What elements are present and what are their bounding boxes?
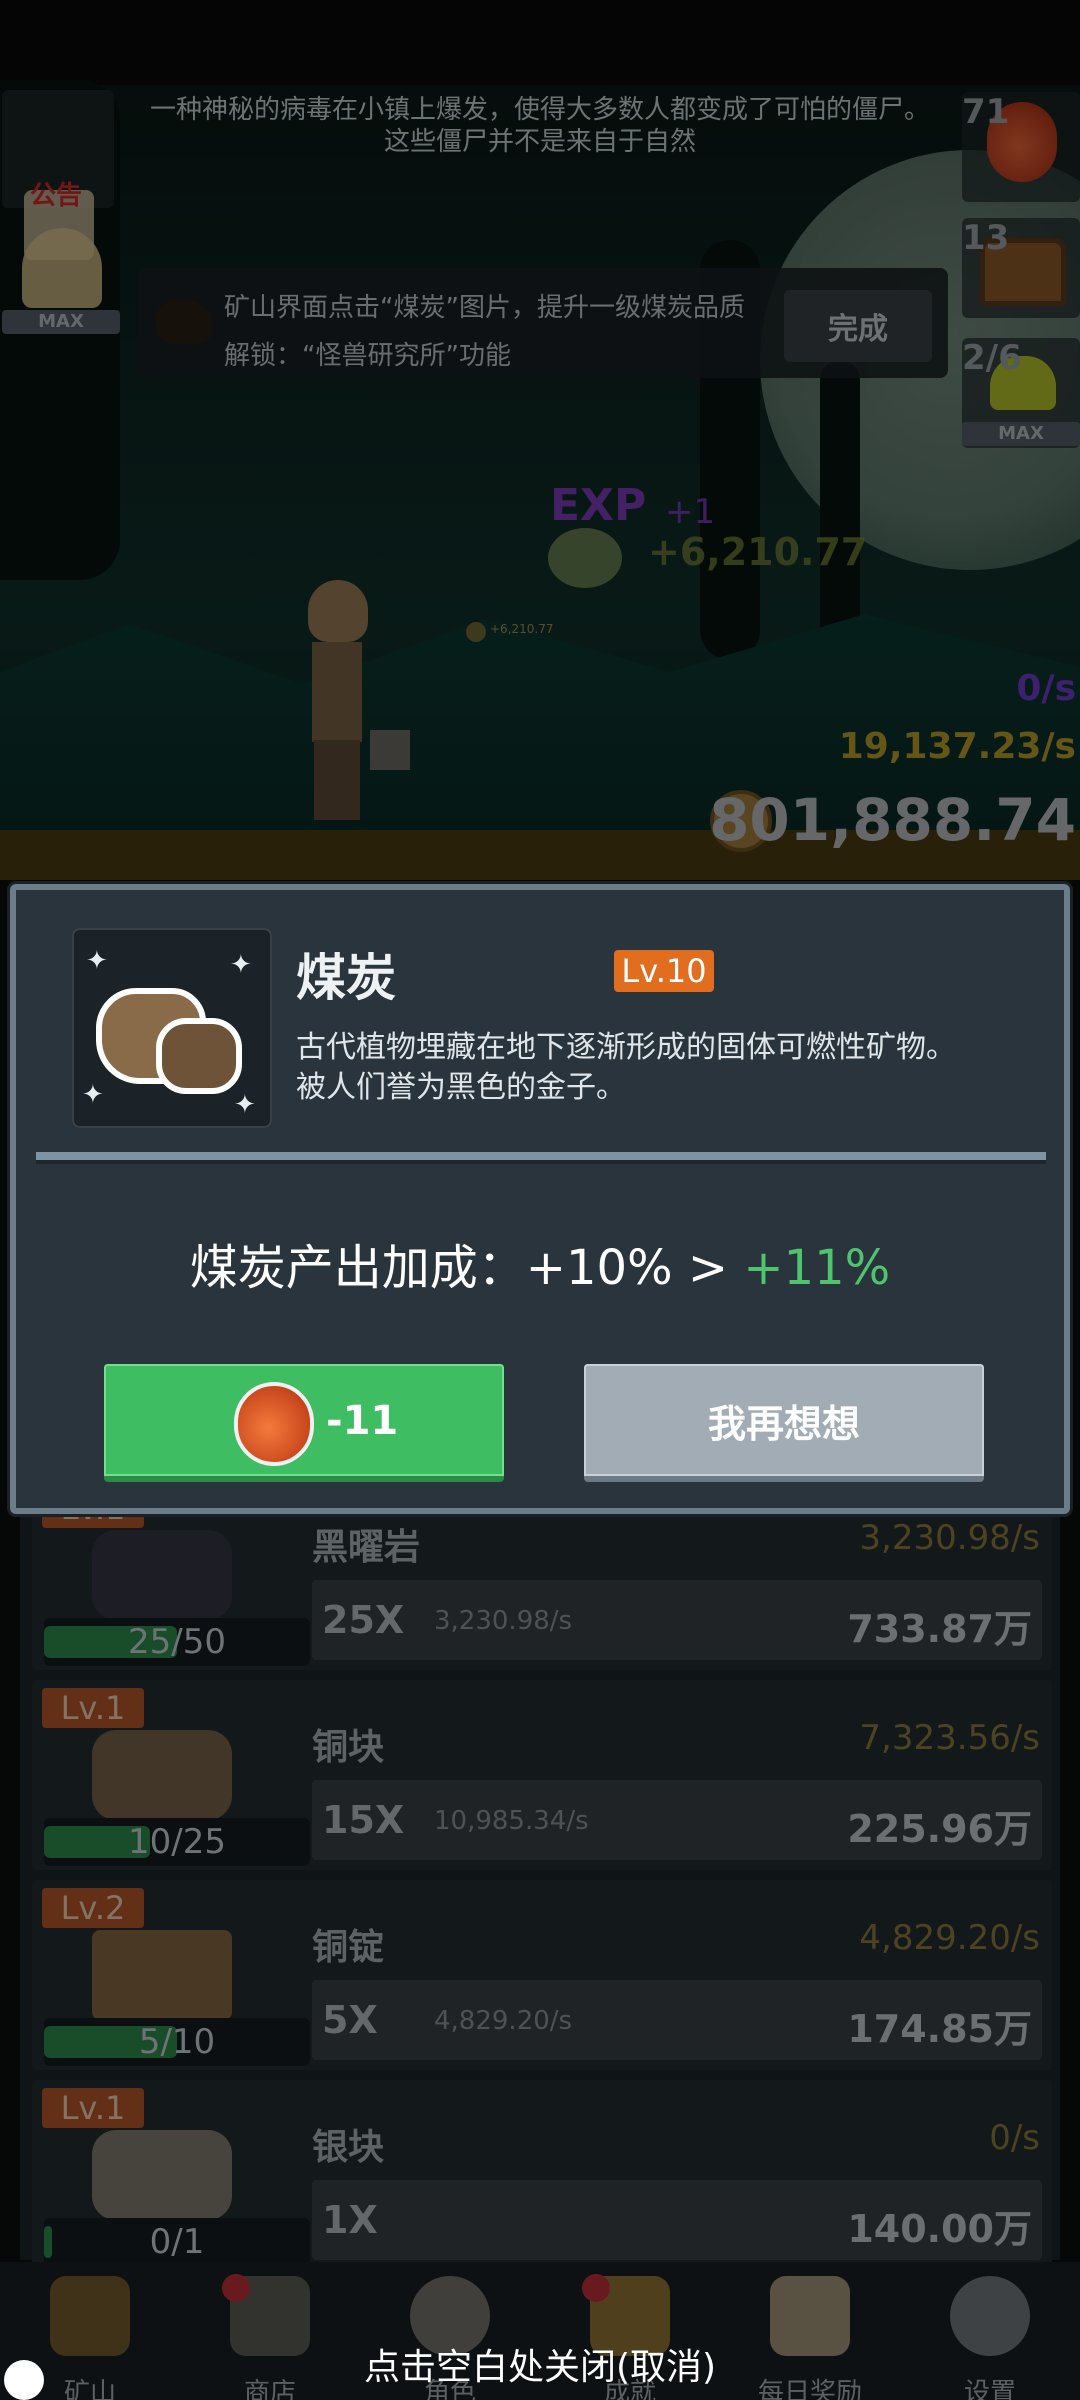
upgrade-dialog: ✦ ✦ ✦ ✦ 煤炭 Lv.10 古代植物埋藏在地下逐渐形成的固体可燃性矿物。 …	[10, 884, 1070, 1514]
upgrade-confirm-button[interactable]: -11	[104, 1364, 504, 1482]
item-description: 古代植物埋藏在地下逐渐形成的固体可燃性矿物。 被人们誉为黑色的金子。	[296, 1028, 1056, 1108]
item-name: 煤炭	[296, 949, 396, 1007]
close-hint: 点击空白处关闭(取消)	[363, 2347, 717, 2388]
bonus-text: 煤炭产出加成：+10% > +11%	[16, 1228, 1064, 1298]
cancel-button[interactable]: 我再想想	[584, 1364, 984, 1482]
item-icon-frame: ✦ ✦ ✦ ✦	[72, 928, 272, 1128]
item-description-line: 古代植物埋藏在地下逐渐形成的固体可燃性矿物。	[296, 1030, 956, 1065]
bonus-next: +11%	[743, 1240, 891, 1296]
floating-home-button[interactable]	[4, 2360, 44, 2400]
divider	[36, 1152, 1046, 1164]
coal-icon	[96, 968, 246, 1098]
coal-chunk	[156, 1018, 242, 1094]
potion-icon	[234, 1382, 314, 1466]
upgrade-cost: -11	[326, 1398, 399, 1444]
item-description-line: 被人们誉为黑色的金子。	[296, 1070, 626, 1105]
item-level-badge: Lv.10	[614, 950, 714, 992]
bonus-current: 煤炭产出加成：+10% >	[189, 1240, 744, 1296]
